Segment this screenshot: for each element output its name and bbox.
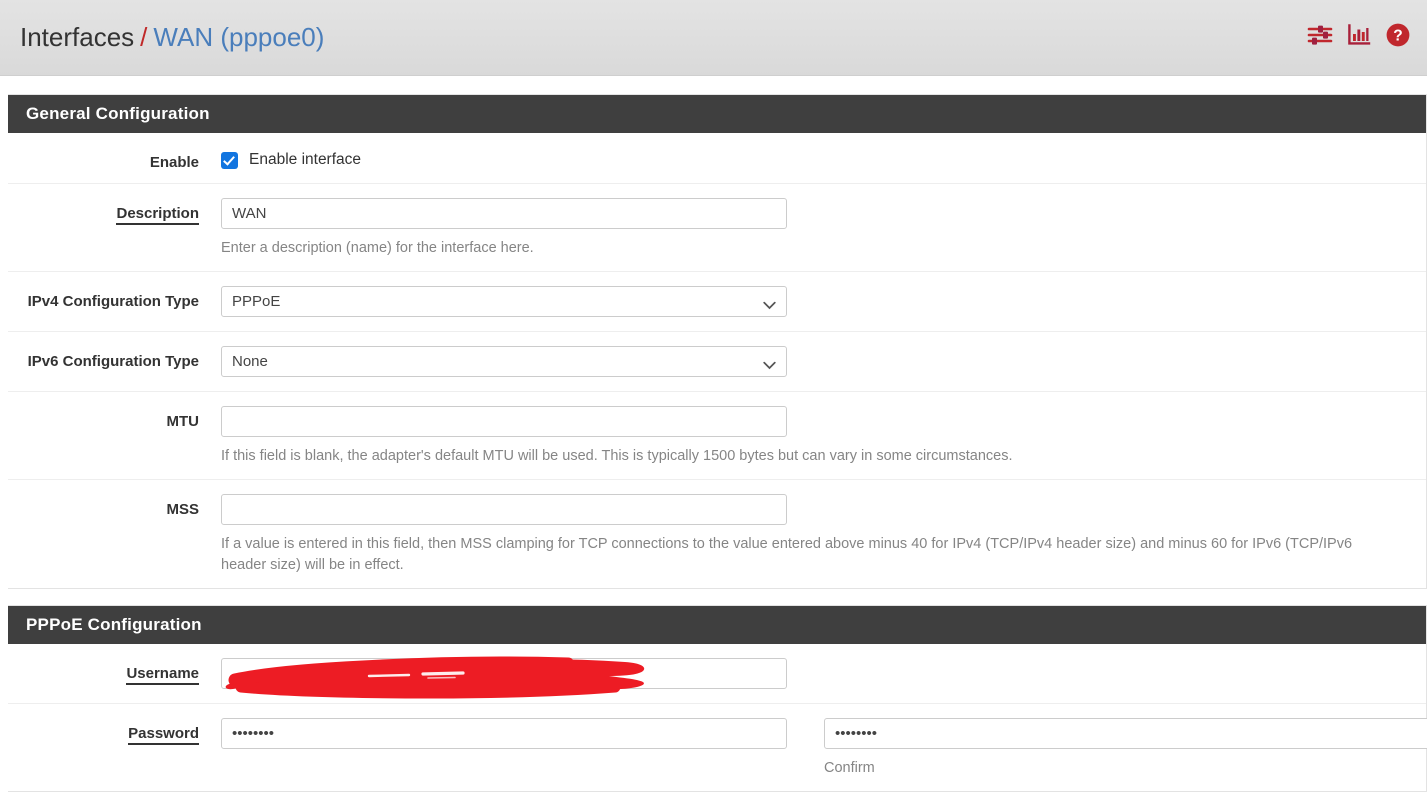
ipv6-configuration-type-label: IPv6 Configuration Type: [27, 353, 199, 370]
page-header: Interfaces / WAN (pppoe0) ?: [0, 0, 1427, 76]
chart-icon[interactable]: [1347, 23, 1371, 52]
ipv4-configuration-type-label: IPv4 Configuration Type: [27, 293, 199, 310]
password-label-text: Password: [128, 725, 199, 745]
mss-help: If a value is entered in this field, the…: [221, 536, 1353, 573]
general-configuration-title: General Configuration: [8, 95, 1426, 133]
password-confirm-group: Confirm: [824, 718, 1427, 779]
row-description: Description Enter a description (name) f…: [8, 184, 1426, 272]
help-icon[interactable]: ?: [1385, 22, 1411, 53]
enable-label: Enable: [149, 154, 199, 171]
description-help: Enter a description (name) for the inter…: [221, 240, 534, 256]
row-ipv6-configuration-type: IPv6 Configuration Type None: [8, 332, 1426, 392]
header-icon-group: ?: [1307, 22, 1411, 53]
username-label: Username: [8, 658, 221, 685]
ipv6-configuration-type-control: None: [221, 346, 1426, 377]
password-confirm-help: Confirm: [824, 760, 875, 776]
password-confirm-input[interactable]: [824, 718, 1427, 749]
row-enable: Enable Enable interface: [8, 133, 1426, 184]
general-configuration-panel: General Configuration Enable Enable inte…: [8, 94, 1427, 589]
row-username: Username: [8, 644, 1426, 704]
pppoe-configuration-title: PPPoE Configuration: [8, 606, 1426, 644]
row-mss: MSS If a value is entered in this field,…: [8, 480, 1426, 588]
pppoe-configuration-panel: PPPoE Configuration Username Password ••…: [8, 605, 1427, 792]
password-input[interactable]: [221, 718, 787, 749]
breadcrumb-root[interactable]: Interfaces: [20, 22, 134, 52]
mtu-control: If this field is blank, the adapter's de…: [221, 406, 1426, 467]
svg-text:?: ?: [1393, 28, 1402, 45]
password-label: Password: [8, 718, 221, 745]
breadcrumb-current[interactable]: WAN (pppoe0): [153, 22, 324, 52]
mss-label: MSS: [166, 501, 199, 518]
mtu-help: If this field is blank, the adapter's de…: [221, 448, 1013, 464]
sliders-icon[interactable]: [1307, 23, 1333, 52]
enable-interface-label[interactable]: Enable interface: [249, 151, 361, 169]
pppoe-configuration-body: Username Password •••••••• •••••••• Conf…: [8, 644, 1427, 791]
enable-control: Enable interface: [221, 147, 1426, 169]
username-label-text: Username: [126, 665, 199, 685]
password-control: Confirm: [221, 718, 1427, 779]
enable-interface-checkbox[interactable]: [221, 151, 238, 169]
username-input[interactable]: [221, 658, 787, 689]
row-ipv4-configuration-type: IPv4 Configuration Type PPPoE: [8, 272, 1426, 332]
ipv4-configuration-type-select[interactable]: PPPoE: [221, 286, 787, 317]
mtu-label: MTU: [166, 413, 200, 430]
row-mtu: MTU If this field is blank, the adapter'…: [8, 392, 1426, 480]
description-control: Enter a description (name) for the inter…: [221, 198, 1426, 259]
password-field-group: [221, 718, 787, 749]
username-control: [221, 656, 1426, 699]
mss-control: If a value is entered in this field, the…: [221, 494, 1426, 576]
general-configuration-body: Enable Enable interface Description Ente…: [8, 133, 1426, 588]
mss-input[interactable]: [221, 494, 787, 525]
ipv4-configuration-type-control: PPPoE: [221, 286, 1426, 317]
description-input[interactable]: [221, 198, 787, 229]
breadcrumb-separator: /: [140, 22, 148, 52]
mtu-input[interactable]: [221, 406, 787, 437]
ipv6-configuration-type-select[interactable]: None: [221, 346, 787, 377]
breadcrumb: Interfaces / WAN (pppoe0): [20, 20, 324, 54]
description-label-text: Description: [116, 205, 199, 225]
row-password: Password Confirm: [8, 704, 1427, 791]
description-label: Description: [8, 198, 221, 225]
